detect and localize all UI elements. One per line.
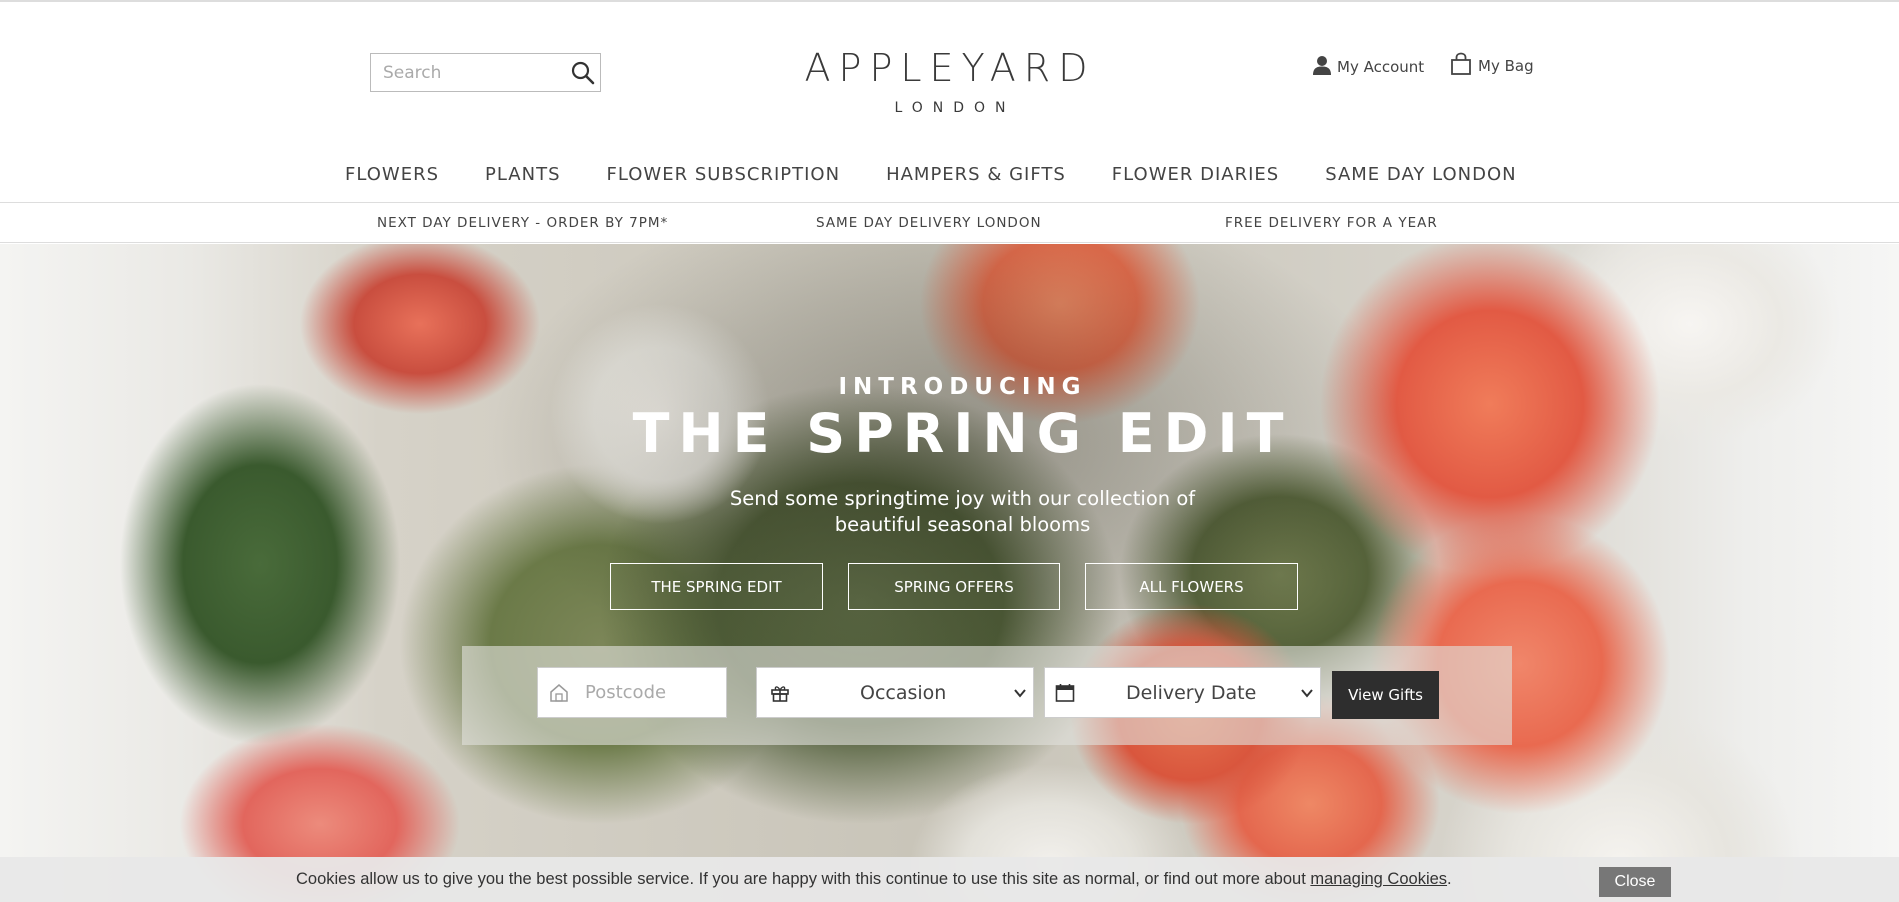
delivery-info-strip: NEXT DAY DELIVERY - ORDER BY 7PM* SAME D… [0,203,1899,243]
nav-item-same-day-london[interactable]: SAME DAY LONDON [1325,164,1516,185]
all-flowers-button[interactable]: ALL FLOWERS [1085,563,1298,610]
delivery-strip-item[interactable]: NEXT DAY DELIVERY - ORDER BY 7PM* [377,215,668,231]
delivery-date-value: Delivery Date [1126,681,1257,704]
my-account-link[interactable]: My Account [1311,54,1424,80]
occasion-value: Occasion [860,681,947,704]
cookie-trailing: . [1447,870,1452,888]
main-navigation: FLOWERS PLANTS FLOWER SUBSCRIPTION HAMPE… [345,164,1563,185]
postcode-field[interactable]: Postcode [537,667,727,718]
my-bag-link[interactable]: My Bag [1450,52,1534,80]
logo-wordmark: APPLEYARD [804,46,1096,90]
hero-subtext-line2: beautiful seasonal blooms [834,513,1091,536]
nav-item-plants[interactable]: PLANTS [485,164,561,185]
site-logo[interactable]: APPLEYARD LONDON [790,48,1110,116]
delivery-date-select[interactable]: Delivery Date [1044,667,1321,718]
search-box [370,53,601,92]
search-icon[interactable] [568,58,598,88]
logo-subtitle: LONDON [894,100,1016,116]
shopping-bag-icon [1450,52,1472,80]
postcode-placeholder: Postcode [585,682,667,703]
hero-subtext: Send some springtime joy with our collec… [700,486,1225,538]
nav-item-hampers-gifts[interactable]: HAMPERS & GIFTS [886,164,1066,185]
hero-subtext-line1: Send some springtime joy with our collec… [729,487,1196,510]
delivery-strip-item[interactable]: SAME DAY DELIVERY LONDON [816,215,1042,231]
my-bag-label: My Bag [1478,57,1534,75]
search-input[interactable] [371,54,561,91]
gift-icon [770,683,790,703]
nav-item-flowers[interactable]: FLOWERS [345,164,439,185]
hero-headline: THE SPRING EDIT [632,402,1293,465]
home-icon [549,683,569,703]
cookie-banner: Cookies allow us to give you the best po… [0,857,1899,902]
chevron-down-icon [1013,686,1027,700]
spring-edit-button[interactable]: THE SPRING EDIT [610,563,823,610]
cookie-text: Cookies allow us to give you the best po… [296,870,1311,888]
hero-kicker: INTRODUCING [838,374,1087,400]
site-header: APPLEYARD LONDON My Account My Bag FLOWE… [0,2,1899,204]
my-account-label: My Account [1337,58,1425,76]
gift-finder-panel: Postcode Occasion Delivery Date View Gif… [462,646,1512,745]
spring-offers-button[interactable]: SPRING OFFERS [848,563,1060,610]
nav-item-flower-diaries[interactable]: FLOWER DIARIES [1112,164,1279,185]
calendar-icon [1055,683,1075,703]
user-icon [1311,54,1333,80]
chevron-down-icon [1300,686,1314,700]
cookie-message: Cookies allow us to give you the best po… [296,870,1452,889]
delivery-strip-item[interactable]: FREE DELIVERY FOR A YEAR [1225,215,1438,231]
cookie-close-button[interactable]: Close [1599,867,1671,897]
nav-item-flower-subscription[interactable]: FLOWER SUBSCRIPTION [607,164,841,185]
view-gifts-button[interactable]: View Gifts [1332,671,1439,719]
hero-banner: INTRODUCING THE SPRING EDIT Send some sp… [0,244,1899,902]
occasion-select[interactable]: Occasion [756,667,1034,718]
managing-cookies-link[interactable]: managing Cookies [1310,870,1447,888]
